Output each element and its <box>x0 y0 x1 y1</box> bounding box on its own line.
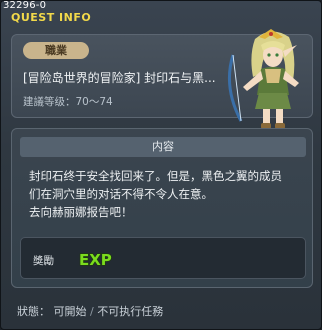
description-line: 封印石终于安全找回来了。但是，黑色之翼的成员 <box>29 169 282 183</box>
status-not-executable: 不可执行任務 <box>97 305 164 318</box>
status-label: 狀態： <box>17 305 50 318</box>
npc-character-portrait <box>227 29 299 129</box>
quest-name: [冒险岛世界的冒险家] 封印石与黑... <box>23 71 216 85</box>
reward-label: 獎勵 <box>33 255 54 267</box>
quest-description: 封印石终于安全找回来了。但是，黑色之翼的成员 们在洞穴里的对话不得不令人在意。 … <box>29 167 307 221</box>
status-separator: / <box>90 305 94 318</box>
description-line: 去向赫丽娜报告吧！ <box>29 205 133 219</box>
window-title: QUEST INFO <box>11 11 92 24</box>
quest-content-panel: 内容 封印石终于安全找回来了。但是，黑色之翼的成员 们在洞穴里的对话不得不令人在… <box>11 128 313 288</box>
exp-icon-text: EXP <box>79 251 112 269</box>
exp-icon: EXP <box>78 250 112 269</box>
status-startable: 可開始 <box>53 305 87 318</box>
quest-info-window: 32296-0 QUEST INFO 職業 [冒险岛世界的冒险家] 封印石与黑.… <box>0 0 322 330</box>
job-badge: 職業 <box>23 42 89 59</box>
quest-id: 32296-0 <box>3 0 47 11</box>
recommended-level: 建議等级：70～74 <box>23 96 113 108</box>
description-line: 们在洞穴里的对话不得不令人在意。 <box>29 187 213 201</box>
content-header: 内容 <box>20 137 306 157</box>
quest-status: 狀態： 可開始 / 不可执行任務 <box>17 303 163 319</box>
reward-box: 獎勵 EXP <box>20 237 306 279</box>
